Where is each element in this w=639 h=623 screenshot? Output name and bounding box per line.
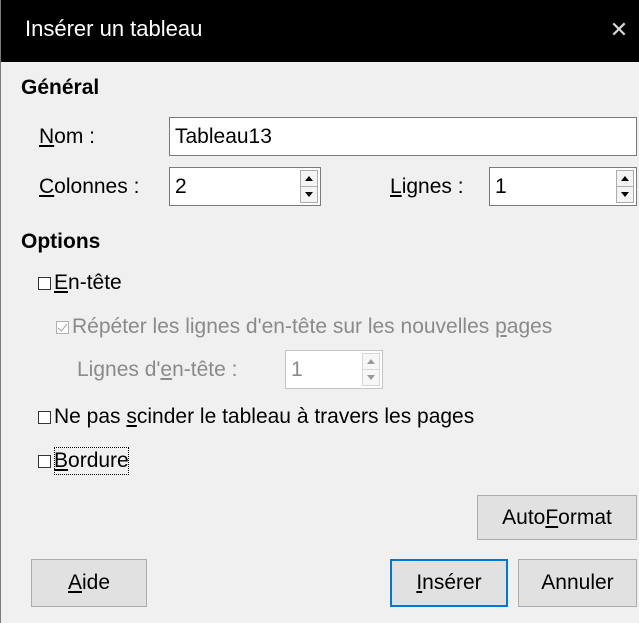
border-option[interactable]: Bordure xyxy=(38,447,129,475)
rows-spinbox xyxy=(489,167,637,206)
columns-label: Colonnes : xyxy=(39,175,140,198)
dont-split-label: Ne pas scinder le tableau à travers les … xyxy=(54,405,475,428)
dialog-title: Insérer un tableau xyxy=(25,16,203,41)
dont-split-checkbox[interactable] xyxy=(38,410,51,424)
close-icon: ✕ xyxy=(609,17,629,42)
cancel-button[interactable]: Annuler xyxy=(518,559,637,607)
arrow-up-icon xyxy=(367,359,375,364)
rows-label: Lignes : xyxy=(390,175,464,198)
columns-increment-button[interactable] xyxy=(300,170,318,186)
columns-input[interactable] xyxy=(170,168,296,205)
border-checkbox[interactable] xyxy=(38,454,51,468)
close-button[interactable]: ✕ xyxy=(602,10,636,50)
insert-button[interactable]: Insérer xyxy=(390,559,508,607)
header-checkbox[interactable] xyxy=(38,276,51,290)
header-rows-decrement-button[interactable] xyxy=(362,369,380,386)
columns-spinbox xyxy=(169,167,321,206)
rows-decrement-button[interactable] xyxy=(616,186,634,203)
rows-increment-button[interactable] xyxy=(616,170,634,186)
autoformat-button[interactable]: Auto Format xyxy=(477,495,637,540)
border-label: Bordure xyxy=(54,447,129,475)
arrow-down-icon xyxy=(621,192,629,197)
repeat-header-checkbox[interactable] xyxy=(56,320,69,334)
header-option[interactable]: En-tête xyxy=(38,269,122,297)
header-rows-label: Lignes d'en-tête : xyxy=(77,358,238,381)
rows-input[interactable] xyxy=(490,168,612,205)
general-heading: Général xyxy=(21,76,100,99)
insert-table-dialog: Insérer un tableau ✕ Général Nom : Colon… xyxy=(0,0,639,623)
repeat-header-option[interactable]: Répéter les lignes d'en-tête sur les nou… xyxy=(56,313,552,341)
header-rows-spinbox xyxy=(285,350,383,389)
dont-split-option[interactable]: Ne pas scinder le tableau à travers les … xyxy=(38,403,474,431)
header-label: En-tête xyxy=(54,271,122,294)
repeat-header-label: Répéter les lignes d'en-tête sur les nou… xyxy=(72,315,553,338)
arrow-up-icon xyxy=(305,176,313,181)
name-label: Nom : xyxy=(39,125,96,148)
arrow-down-icon xyxy=(367,375,375,380)
title-bar: Insérer un tableau ✕ xyxy=(1,0,639,62)
help-button[interactable]: Aide xyxy=(31,559,147,607)
options-heading: Options xyxy=(21,230,101,253)
arrow-down-icon xyxy=(305,192,313,197)
dialog-content: Général Nom : Colonnes : Lignes : Option… xyxy=(1,62,639,623)
header-rows-input[interactable] xyxy=(286,351,358,388)
name-input[interactable] xyxy=(169,117,637,156)
columns-decrement-button[interactable] xyxy=(300,186,318,203)
header-rows-increment-button[interactable] xyxy=(362,353,380,369)
arrow-up-icon xyxy=(621,176,629,181)
